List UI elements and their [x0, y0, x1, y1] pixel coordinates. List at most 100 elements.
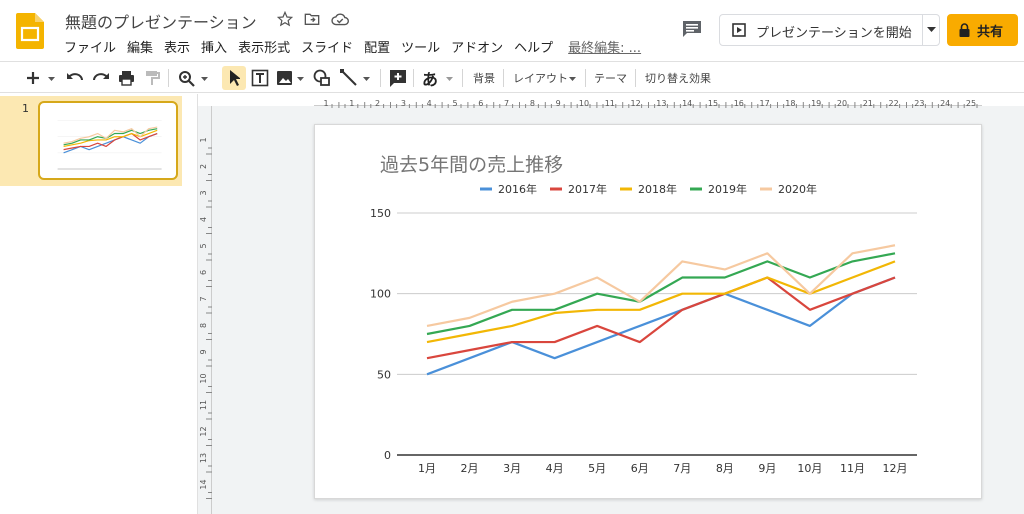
menu-arrange[interactable]: 配置	[364, 37, 390, 56]
line-dropdown-icon[interactable]	[362, 68, 371, 88]
ruler-tick-label: 17	[760, 99, 770, 108]
line-chart[interactable]: 0 50 100 150 1月 2月 3月 4月 5月 6月 7月 8月 9月 10月 11月 12月 2016…	[315, 125, 983, 500]
ruler-tick-label: 24	[940, 99, 950, 108]
ruler-tick-label: 12	[631, 99, 641, 108]
line-icon[interactable]	[340, 68, 358, 88]
series-line-2	[426, 260, 896, 344]
menu-slide[interactable]: スライド	[301, 37, 353, 56]
toolbar-separator	[413, 69, 414, 87]
menu-format[interactable]: 表示形式	[238, 37, 290, 56]
cloud-status-icon[interactable]	[331, 11, 349, 29]
input-tools-label[interactable]: あ	[422, 66, 438, 89]
ruler-tick-label: 4	[199, 217, 208, 222]
image-dropdown-icon[interactable]	[296, 68, 305, 88]
select-cursor-icon[interactable]	[228, 68, 240, 88]
ruler-tick-label: 13	[656, 99, 666, 108]
present-button[interactable]: プレゼンテーションを開始	[720, 15, 922, 45]
ruler-tick-label: 21	[863, 99, 873, 108]
print-icon[interactable]	[118, 68, 135, 88]
legend-label: 2018年	[638, 182, 677, 196]
ruler-tick-label: 1	[349, 99, 354, 108]
ruler-tick-label: 11	[605, 99, 615, 108]
comment-history-icon[interactable]	[682, 20, 702, 38]
shape-icon[interactable]	[313, 68, 331, 88]
toolbar-separator	[168, 69, 169, 87]
paint-format-icon[interactable]	[145, 68, 160, 88]
text-box-icon[interactable]	[251, 68, 269, 88]
lock-icon	[959, 23, 970, 37]
chevron-down-icon	[927, 27, 936, 32]
slide-filmstrip: 1	[0, 94, 198, 514]
slide-thumbnail[interactable]	[38, 101, 178, 180]
ruler-tick-label: 8	[530, 99, 535, 108]
x-tick-label: 7月	[673, 462, 691, 475]
redo-icon[interactable]	[92, 68, 110, 88]
slide-thumbnail-chart	[57, 120, 162, 170]
toolbar-separator	[585, 69, 586, 87]
ruler-tick-label: 6	[199, 270, 208, 275]
ruler-tick-label: 5	[452, 99, 457, 108]
ruler-tick-label: 3	[199, 190, 208, 195]
layout-dropdown-icon[interactable]	[568, 68, 577, 88]
x-tick-label: 1月	[418, 462, 436, 475]
star-icon[interactable]	[276, 10, 295, 29]
last-edit-link[interactable]: 最終編集: ...	[568, 37, 641, 56]
menu-addons[interactable]: アドオン	[451, 37, 503, 56]
ruler-tick-label: 12	[199, 426, 208, 436]
vertical-ruler[interactable]: 1 2 3 4 5 6 7 8 9 10 11 12 13 14	[198, 106, 212, 514]
layout-button[interactable]: レイアウト	[513, 70, 568, 86]
ruler-tick-label: 18	[785, 99, 795, 108]
horizontal-ruler[interactable]: 1 1 2 3 4 5 6 7 8 9 10 11 12 13 14 15 16 17 18 19 20 21 22 23 24…	[314, 94, 991, 108]
ruler-tick-label: 13	[199, 453, 208, 463]
ruler-tick-label: 11	[199, 400, 208, 410]
ruler-tick-label: 9	[199, 349, 208, 354]
y-tick-label: 150	[370, 207, 391, 220]
menu-help[interactable]: ヘルプ	[514, 37, 553, 56]
insert-comment-icon[interactable]	[389, 68, 407, 88]
toolbar-separator	[380, 69, 381, 87]
present-icon	[732, 23, 746, 37]
slide-canvas[interactable]: 過去5年間の売上推移 0 50 100 150 1月 2月 3月 4月 5月 6月 7月 8月 9月 10…	[314, 124, 982, 499]
background-button[interactable]: 背景	[473, 70, 495, 86]
ruler-tick-label: 14	[682, 99, 692, 108]
new-slide-icon[interactable]	[26, 68, 40, 88]
zoom-dropdown-icon[interactable]	[200, 68, 209, 88]
zoom-icon[interactable]	[178, 68, 196, 88]
share-button[interactable]: 共有	[947, 14, 1018, 46]
ruler-tick-label: 15	[708, 99, 718, 108]
x-tick-label: 4月	[546, 462, 564, 475]
x-tick-label: 2月	[461, 462, 479, 475]
legend-label: 2020年	[778, 182, 817, 196]
move-to-folder-icon[interactable]	[304, 11, 322, 29]
menu-view[interactable]: 表示	[164, 37, 190, 56]
slide-number: 1	[22, 102, 29, 115]
transition-button[interactable]: 切り替え効果	[645, 70, 711, 86]
present-dropdown-button[interactable]	[922, 15, 940, 45]
present-button-group: プレゼンテーションを開始	[719, 14, 940, 46]
menu-tools[interactable]: ツール	[401, 37, 440, 56]
new-slide-dropdown-icon[interactable]	[47, 68, 56, 88]
x-tick-label: 8月	[716, 462, 734, 475]
ruler-tick-label: 22	[889, 99, 899, 108]
ruler-tick-label: 23	[914, 99, 924, 108]
menu-edit[interactable]: 編集	[127, 37, 153, 56]
present-label: プレゼンテーションを開始	[756, 26, 912, 41]
ruler-tick-label: 2	[375, 99, 380, 108]
x-tick-label: 6月	[631, 462, 649, 475]
toolbar-separator	[503, 69, 504, 87]
toolbar-separator	[462, 69, 463, 87]
y-tick-label: 100	[370, 288, 391, 301]
undo-icon[interactable]	[66, 68, 84, 88]
ruler-tick-label: 7	[504, 99, 509, 108]
input-tools-dropdown-icon[interactable]	[445, 68, 454, 88]
ruler-tick-label: 5	[199, 243, 208, 248]
menu-file[interactable]: ファイル	[64, 37, 116, 56]
image-icon[interactable]	[276, 68, 293, 88]
share-label: 共有	[977, 25, 1004, 40]
ruler-tick-label: 9	[556, 99, 561, 108]
menu-insert[interactable]: 挿入	[201, 37, 227, 56]
document-title[interactable]: 無題のプレゼンテーション	[65, 9, 257, 33]
x-tick-label: 11月	[840, 462, 865, 475]
theme-button[interactable]: テーマ	[594, 70, 627, 86]
slides-logo-icon[interactable]	[16, 13, 44, 49]
